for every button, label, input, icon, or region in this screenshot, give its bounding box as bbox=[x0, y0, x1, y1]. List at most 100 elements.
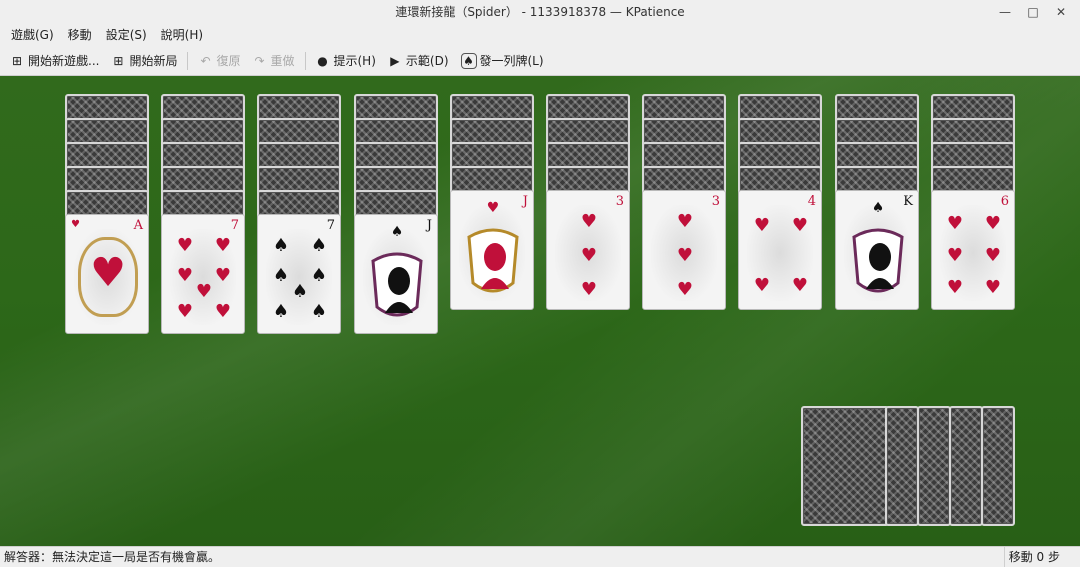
heart-icon: ♥ bbox=[984, 277, 1002, 298]
title-bar: 連環新接龍（Spider） - 1133918378 — KPatience —… bbox=[0, 0, 1080, 24]
spade-icon: ♠ bbox=[310, 265, 328, 286]
toolbar: ⊞ 開始新遊戲... ⊞ 開始新局 ↶ 復原 ↷ 重做 ● 提示(H) ▶ 示範… bbox=[0, 46, 1080, 76]
spade-icon: ♠ bbox=[871, 200, 885, 216]
toolbar-separator bbox=[304, 51, 306, 70]
face-up-card[interactable]: 6 ♥ ♥ ♥ ♥ ♥ ♥ bbox=[931, 190, 1015, 310]
face-up-card[interactable]: 7 ♠ ♠ ♠ ♠ ♠ ♠ ♠ bbox=[257, 214, 341, 334]
lightbulb-icon: ● bbox=[317, 53, 328, 68]
face-up-card[interactable]: 3 ♥ ♥ ♥ bbox=[546, 190, 630, 310]
card-rank: J bbox=[522, 194, 528, 209]
card-rank: A bbox=[133, 218, 143, 233]
new-game-button[interactable]: ⊞ 開始新遊戲... bbox=[4, 48, 105, 74]
undo-icon: ↶ bbox=[200, 53, 211, 68]
heart-icon: ♥ bbox=[676, 211, 694, 232]
heart-icon: ♥ bbox=[214, 235, 232, 256]
heart-icon: ♥ bbox=[946, 213, 964, 234]
close-icon[interactable]: ✕ bbox=[1050, 2, 1072, 22]
court-portrait-icon bbox=[846, 217, 910, 303]
minimize-icon[interactable]: — bbox=[994, 2, 1016, 22]
redo-button[interactable]: ↷ 重做 bbox=[246, 48, 300, 74]
new-deal-label: 開始新局 bbox=[129, 53, 178, 68]
card-rank: 4 bbox=[807, 194, 816, 209]
spade-icon: ♠ bbox=[460, 52, 477, 69]
stock-card[interactable] bbox=[981, 406, 1015, 526]
face-up-card[interactable]: 7 ♥ ♥ ♥ ♥ ♥ ♥ ♥ bbox=[161, 214, 245, 334]
spade-icon: ♠ bbox=[310, 301, 328, 322]
card-rank: 3 bbox=[711, 194, 720, 209]
card-rank: J bbox=[426, 218, 432, 233]
maximize-icon[interactable]: □ bbox=[1022, 2, 1044, 22]
toolbar-separator bbox=[187, 51, 189, 70]
heart-icon: ♥ bbox=[946, 277, 964, 298]
heart-icon: ♥ bbox=[214, 265, 232, 286]
face-up-card[interactable]: A ♥ ♥ bbox=[65, 214, 149, 334]
menu-game[interactable]: 遊戲(G) bbox=[4, 24, 61, 46]
heart-icon: ♥ bbox=[753, 215, 771, 236]
new-deal-button[interactable]: ⊞ 開始新局 bbox=[105, 48, 183, 74]
face-up-card[interactable]: 4 ♥ ♥ ♥ ♥ bbox=[738, 190, 822, 310]
kpatience-window: 連環新接龍（Spider） - 1133918378 — KPatience —… bbox=[0, 0, 1080, 567]
menu-help[interactable]: 說明(H) bbox=[154, 24, 210, 46]
menu-bar: 遊戲(G) 移動 設定(S) 說明(H) bbox=[0, 24, 1080, 46]
status-bar: 解答器：無法決定這一局是否有機會贏。 移動 0 步 bbox=[0, 546, 1080, 567]
heart-icon: ♥ bbox=[71, 219, 80, 230]
heart-icon: ♥ bbox=[214, 301, 232, 322]
stock-card[interactable] bbox=[885, 406, 919, 526]
stock-card[interactable] bbox=[949, 406, 983, 526]
heart-icon: ♥ bbox=[176, 235, 194, 256]
redo-icon: ↷ bbox=[254, 53, 265, 68]
card-rank: 7 bbox=[230, 218, 239, 233]
heart-icon: ♥ bbox=[580, 279, 598, 300]
heart-icon: ♥ bbox=[984, 245, 1002, 266]
heart-icon: ♥ bbox=[580, 245, 598, 266]
demo-button[interactable]: ▶ 示範(D) bbox=[382, 48, 455, 74]
card-rank: K bbox=[903, 194, 913, 209]
deal-row-button[interactable]: ♠ 發一列牌(L) bbox=[455, 48, 550, 74]
undo-button[interactable]: ↶ 復原 bbox=[192, 48, 246, 74]
heart-icon: ♥ bbox=[984, 213, 1002, 234]
heart-icon: ♥ bbox=[791, 275, 809, 296]
heart-icon: ♥ bbox=[791, 215, 809, 236]
heart-icon: ♥ bbox=[176, 265, 194, 286]
court-portrait-icon bbox=[461, 217, 525, 303]
stock-card[interactable] bbox=[801, 406, 889, 526]
heart-icon: ♥ bbox=[676, 279, 694, 300]
new-game-label: 開始新遊戲... bbox=[28, 53, 100, 68]
card-rank: 7 bbox=[326, 218, 335, 233]
redo-label: 重做 bbox=[270, 53, 295, 68]
card-rank: 3 bbox=[615, 194, 624, 209]
card-rank: 6 bbox=[1000, 194, 1009, 209]
menu-settings[interactable]: 設定(S) bbox=[99, 24, 154, 46]
spade-icon: ♠ bbox=[390, 224, 404, 240]
game-table: A ♥ ♥ 7 ♥ ♥ ♥ ♥ ♥ ♥ ♥ 7 ♠ ♠ ♠ ♠ ♠ ♠ ♠ J ♠ J ♥ 3 ♥ ♥ ♥ 3 ♥ ♥ ♥ 4 ♥ ♥ ♥ ♥ K ♠ 6 ♥… bbox=[0, 76, 1080, 546]
spade-icon: ♠ bbox=[272, 265, 290, 286]
heart-icon: ♥ bbox=[486, 200, 500, 216]
face-up-card[interactable]: K ♠ bbox=[835, 190, 919, 310]
heart-icon: ♥ bbox=[90, 250, 126, 296]
spade-icon: ♠ bbox=[291, 281, 309, 302]
stock-card[interactable] bbox=[917, 406, 951, 526]
court-portrait-icon bbox=[365, 241, 429, 327]
spade-icon: ♠ bbox=[272, 301, 290, 322]
heart-icon: ♥ bbox=[580, 211, 598, 232]
stock-pile[interactable] bbox=[801, 406, 1017, 528]
menu-move[interactable]: 移動 bbox=[61, 24, 99, 46]
face-up-card[interactable]: J ♠ bbox=[354, 214, 438, 334]
play-icon: ▶ bbox=[390, 53, 400, 68]
heart-icon: ♥ bbox=[176, 301, 194, 322]
heart-icon: ♥ bbox=[676, 245, 694, 266]
move-count: 移動 0 步 bbox=[1003, 547, 1080, 567]
window-title: 連環新接龍（Spider） - 1133918378 — KPatience bbox=[395, 5, 685, 19]
demo-label: 示範(D) bbox=[405, 53, 449, 68]
hint-button[interactable]: ● 提示(H) bbox=[310, 48, 382, 74]
deal-row-label: 發一列牌(L) bbox=[479, 53, 544, 68]
undo-label: 復原 bbox=[216, 53, 241, 68]
hint-label: 提示(H) bbox=[333, 53, 376, 68]
window-controls: — □ ✕ bbox=[994, 0, 1072, 24]
face-up-card[interactable]: J ♥ bbox=[450, 190, 534, 310]
face-up-card[interactable]: 3 ♥ ♥ ♥ bbox=[642, 190, 726, 310]
spade-icon: ♠ bbox=[272, 235, 290, 256]
new-deal-icon: ⊞ bbox=[113, 53, 124, 68]
heart-icon: ♥ bbox=[753, 275, 771, 296]
heart-icon: ♥ bbox=[946, 245, 964, 266]
